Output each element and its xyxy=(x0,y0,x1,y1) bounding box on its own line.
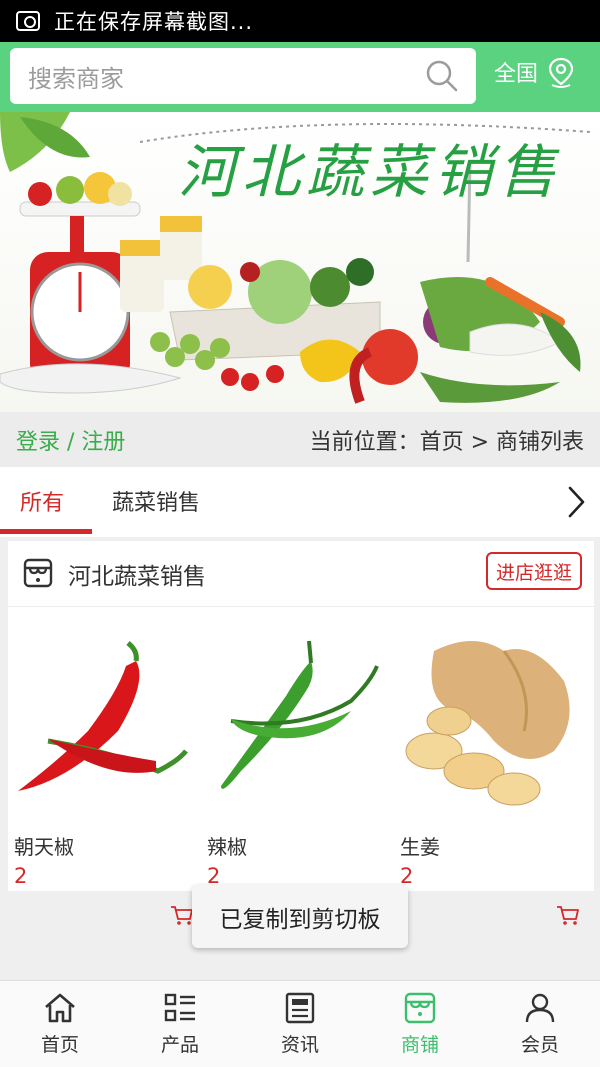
category-tabs: 所有 蔬菜销售 xyxy=(0,467,600,537)
region-label: 全国 xyxy=(494,62,539,87)
tab-all[interactable]: 所有 xyxy=(20,485,64,517)
region-selector[interactable]: 全国 xyxy=(494,56,576,88)
nav-item-stores[interactable]: 商铺 xyxy=(360,981,480,1067)
nav-item-home[interactable]: 首页 xyxy=(0,981,120,1067)
cart-icon[interactable] xyxy=(170,905,194,927)
screenshot-icon xyxy=(16,11,40,31)
location-icon xyxy=(548,57,574,88)
visit-store-button[interactable]: 进店逛逛 xyxy=(485,552,582,590)
vegetables-illustration: 河北蔬菜销售 xyxy=(0,112,591,404)
nav-item-news[interactable]: 资讯 xyxy=(240,981,360,1067)
product-image-chili xyxy=(18,641,188,791)
product-price: 2 xyxy=(400,864,414,888)
nav-label: 首页 xyxy=(40,1034,79,1056)
header: 搜索商家 全国 xyxy=(0,42,600,112)
product-image-green-pepper xyxy=(221,640,379,789)
shop-name[interactable]: 河北蔬菜销售 xyxy=(68,557,206,591)
bottom-nav: 首页 产品 资讯 商铺 会员 xyxy=(0,980,600,1067)
banner-image[interactable]: 河北蔬菜销售 xyxy=(0,112,600,412)
breadcrumb-bar: 登录 / 注册 当前位置：首页 > 商铺列表 xyxy=(0,412,600,467)
search-input[interactable]: 搜索商家 xyxy=(10,48,476,104)
tab-vegetable-sales[interactable]: 蔬菜销售 xyxy=(112,485,200,517)
product-name: 生姜 xyxy=(400,835,440,859)
search-icon[interactable] xyxy=(422,56,462,96)
nav-item-products[interactable]: 产品 xyxy=(120,981,240,1067)
cart-icon[interactable] xyxy=(556,905,580,927)
product-price: 2 xyxy=(14,864,28,888)
shop-card: 河北蔬菜销售 进店逛逛 朝天椒 2 辣椒 2 生姜 2 xyxy=(8,541,594,925)
store-icon xyxy=(23,558,53,588)
product-card[interactable]: 生姜 2 xyxy=(394,621,584,925)
product-name: 朝天椒 xyxy=(14,835,74,859)
product-card[interactable]: 辣椒 2 xyxy=(201,621,391,925)
user-icon xyxy=(525,993,555,1023)
status-bar: 正在保存屏幕截图... xyxy=(0,0,600,42)
product-image-ginger xyxy=(405,641,570,806)
shop-header: 河北蔬菜销售 进店逛逛 xyxy=(8,541,594,607)
product-name: 辣椒 xyxy=(207,835,247,859)
banner-title: 河北蔬菜销售 xyxy=(178,138,562,206)
breadcrumb: 当前位置：首页 > 商铺列表 xyxy=(309,429,584,455)
product-card[interactable]: 朝天椒 2 xyxy=(8,621,198,925)
nav-item-member[interactable]: 会员 xyxy=(480,981,600,1067)
nav-label: 产品 xyxy=(160,1034,199,1056)
nav-label: 会员 xyxy=(520,1034,559,1056)
home-icon xyxy=(45,993,75,1023)
active-tab-indicator xyxy=(0,529,92,534)
chevron-right-icon[interactable] xyxy=(566,485,586,519)
toast-message: 已复制到剪切板 xyxy=(192,885,408,948)
list-icon xyxy=(164,993,195,1022)
login-register-link[interactable]: 登录 / 注册 xyxy=(16,424,125,456)
search-placeholder: 搜索商家 xyxy=(28,64,124,93)
nav-label: 资讯 xyxy=(280,1034,319,1056)
nav-label: 商铺 xyxy=(400,1034,439,1056)
status-text: 正在保存屏幕截图... xyxy=(54,10,254,34)
store-icon xyxy=(404,992,436,1024)
news-icon xyxy=(285,992,315,1024)
